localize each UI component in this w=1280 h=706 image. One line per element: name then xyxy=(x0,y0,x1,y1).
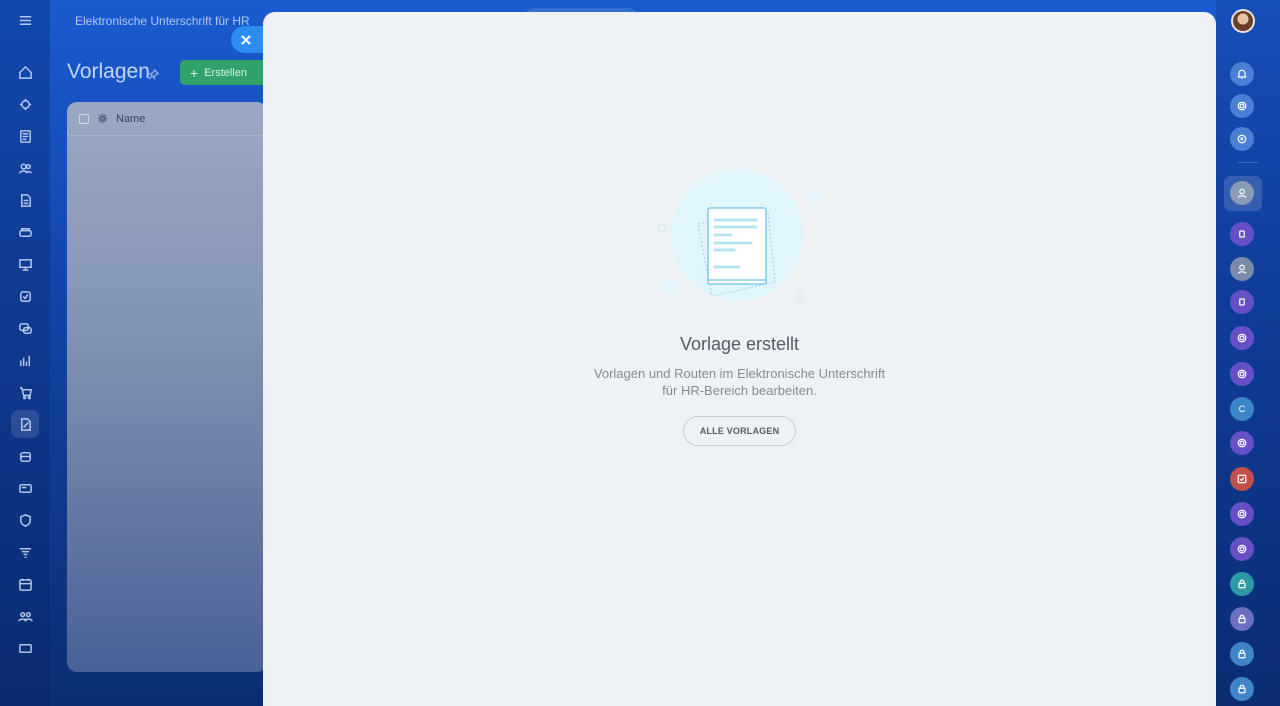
lock-icon[interactable] xyxy=(1230,642,1254,666)
task-icon[interactable] xyxy=(1230,467,1254,491)
grid-icon[interactable] xyxy=(11,634,39,662)
chat-icon[interactable] xyxy=(11,314,39,342)
templates-grid: Name xyxy=(67,102,267,672)
pin-icon[interactable] xyxy=(148,67,160,85)
empty-state-description-line1: Vorlagen und Routen im Elektronische Unt… xyxy=(593,366,886,381)
left-sidebar xyxy=(0,0,50,706)
topbar-title: Elektronische Unterschrift für HR xyxy=(75,14,250,28)
calendar-icon[interactable] xyxy=(11,570,39,598)
people-icon[interactable] xyxy=(11,602,39,630)
presentation-icon[interactable] xyxy=(11,250,39,278)
lock-icon[interactable] xyxy=(1230,677,1254,701)
chart-icon[interactable] xyxy=(11,346,39,374)
stack-icon[interactable] xyxy=(11,442,39,470)
document-illustration xyxy=(650,162,830,312)
close-icon xyxy=(241,34,251,45)
menu-icon[interactable] xyxy=(11,6,39,34)
funnel-icon[interactable] xyxy=(11,538,39,566)
page-title: Vorlagen xyxy=(67,60,150,83)
card-icon[interactable] xyxy=(11,474,39,502)
create-button-label: Erstellen xyxy=(204,66,247,79)
user-avatar[interactable] xyxy=(1231,9,1255,33)
copilot-icon[interactable] xyxy=(1230,362,1254,386)
copilot-icon[interactable] xyxy=(1230,537,1254,561)
rail-divider xyxy=(1238,162,1258,163)
lock-icon[interactable] xyxy=(1230,607,1254,631)
sign-icon[interactable] xyxy=(11,410,39,438)
shield-icon[interactable] xyxy=(11,506,39,534)
chat-avatar[interactable] xyxy=(1230,257,1254,281)
create-button[interactable]: + Erstellen xyxy=(180,60,270,85)
copilot-icon[interactable] xyxy=(1230,326,1254,350)
copilot-icon[interactable] xyxy=(1230,94,1254,118)
empty-state-description-line2: für HR-Bereich bearbeiten. xyxy=(662,383,817,398)
empty-state: Vorlage erstellt Vorlagen und Routen im … xyxy=(263,162,1216,446)
copilot-icon[interactable] xyxy=(1230,502,1254,526)
chat-avatar-letter[interactable]: C xyxy=(1230,397,1254,421)
plus-icon: + xyxy=(190,64,199,81)
chat-avatar[interactable] xyxy=(1230,181,1254,205)
column-header-name[interactable]: Name xyxy=(116,113,145,125)
puzzle-icon[interactable] xyxy=(11,90,39,118)
grid-header: Name xyxy=(67,102,267,136)
select-all-checkbox[interactable] xyxy=(79,113,89,124)
gear-icon[interactable] xyxy=(97,113,108,124)
empty-state-description: Vorlagen und Routen im Elektronische Unt… xyxy=(585,365,895,399)
all-templates-button[interactable]: ALLE VORLAGEN xyxy=(682,416,797,446)
team-icon[interactable] xyxy=(11,154,39,182)
checkbox-icon[interactable] xyxy=(11,282,39,310)
right-sidebar: C xyxy=(1216,0,1280,706)
chat-search-icon[interactable] xyxy=(1230,127,1254,151)
empty-state-title: Vorlage erstellt xyxy=(679,334,800,354)
lock-icon[interactable] xyxy=(1230,572,1254,596)
app-icon[interactable] xyxy=(1230,290,1254,314)
home-icon[interactable] xyxy=(11,58,39,86)
bell-icon[interactable] xyxy=(1230,62,1254,86)
copilot-icon[interactable] xyxy=(1230,431,1254,455)
close-slider-button[interactable] xyxy=(231,26,267,53)
slider-panel: Vorlage erstellt Vorlagen und Routen im … xyxy=(263,12,1216,706)
document-icon[interactable] xyxy=(11,186,39,214)
sofa-icon[interactable] xyxy=(11,218,39,246)
cart-icon[interactable] xyxy=(11,378,39,406)
app-icon[interactable] xyxy=(1230,222,1254,246)
newspaper-icon[interactable] xyxy=(11,122,39,150)
